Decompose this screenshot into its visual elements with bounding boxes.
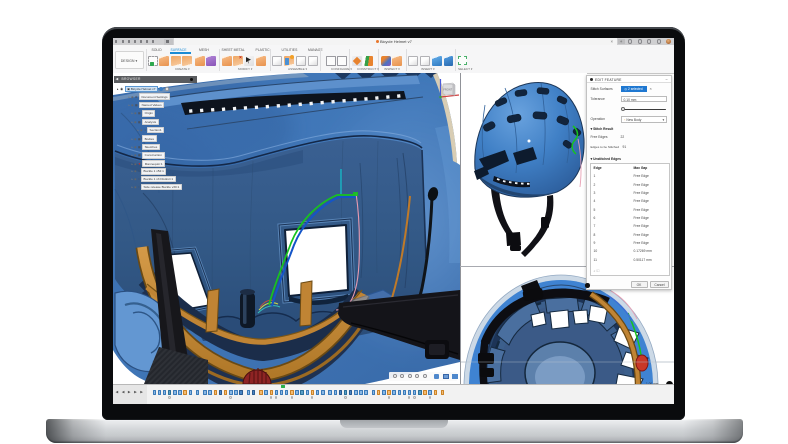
svg-text:FRONT: FRONT <box>443 88 452 92</box>
